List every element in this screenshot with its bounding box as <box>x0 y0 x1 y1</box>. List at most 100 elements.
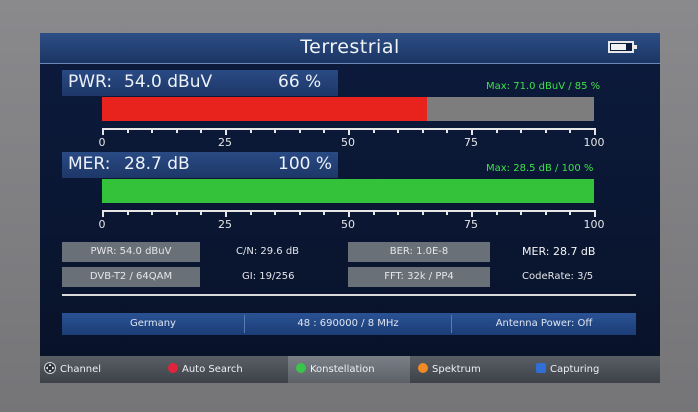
title-bar: Terrestrial <box>40 33 660 64</box>
mer-scale-label: 0 <box>98 218 106 231</box>
mer-scale-tick <box>151 210 154 215</box>
info-fft: FFT: 32k / PP4 <box>348 267 490 287</box>
pwr-scale-label: 75 <box>464 136 478 149</box>
pwr-scale-label: 100 <box>583 136 605 149</box>
mer-max: Max: 28.5 dB / 100 % <box>486 163 594 174</box>
pwr-max: Max: 71.0 dBuV / 85 % <box>486 81 601 92</box>
battery-icon <box>608 41 637 53</box>
pwr-scale-tick <box>348 128 350 135</box>
pwr-scale-tick <box>594 128 596 135</box>
mer-scale-tick <box>569 210 572 215</box>
orange-key-icon <box>418 363 428 373</box>
pwr-scale-tick <box>298 128 301 133</box>
mer-scale-tick <box>249 210 252 215</box>
pwr-scale-tick <box>520 128 523 133</box>
mer-scale-tick <box>200 210 203 215</box>
mer-scale-tick <box>225 210 227 217</box>
mer-scale-tick <box>323 210 326 215</box>
mer-scale: 0 25 50 75 100 <box>98 210 605 236</box>
screen-title: Terrestrial <box>300 36 400 58</box>
pwr-scale-label: 50 <box>341 136 355 149</box>
mer-scale-label: 100 <box>583 218 605 231</box>
pwr-scale: 0 25 50 75 100 <box>99 128 605 154</box>
mer-value: 28.7 dB <box>124 154 190 174</box>
softkey-auto-search[interactable]: Auto Search <box>168 356 278 383</box>
country-field[interactable]: Germany <box>62 313 244 335</box>
softkey-channel-label: Channel <box>60 364 102 375</box>
antenna-power-field[interactable]: Antenna Power: Off <box>452 313 636 335</box>
softkey-bar: Channel Auto Search Konstellation Spektr… <box>40 356 660 383</box>
mer-scale-tick <box>495 210 498 215</box>
softkey-auto-search-label: Auto Search <box>182 364 243 375</box>
pwr-readout: PWR: 54.0 dBuV 66 % <box>62 70 338 96</box>
mer-scale-tick <box>397 210 400 215</box>
mer-scale-tick <box>372 210 375 215</box>
pwr-value: 54.0 dBuV <box>124 72 213 92</box>
pwr-scale-tick <box>225 128 227 135</box>
mer-scale-tick <box>594 210 596 217</box>
dpad-icon <box>44 358 56 374</box>
mer-scale-tick <box>446 210 449 215</box>
mer-scale-label: 50 <box>341 218 355 231</box>
softkey-capturing-label: Capturing <box>550 364 600 375</box>
pwr-scale-tick <box>544 128 547 133</box>
mer-label: MER: <box>68 154 111 174</box>
pwr-scale-tick <box>151 128 154 133</box>
pwr-scale-tick <box>323 128 326 133</box>
divider <box>62 294 636 296</box>
pwr-scale-tick <box>175 128 178 133</box>
mer-scale-label: 75 <box>464 218 478 231</box>
info-mer: MER: 28.7 dB <box>522 245 596 258</box>
softkey-channel[interactable]: Channel <box>44 356 154 383</box>
mer-scale-tick <box>421 210 424 215</box>
softkey-capturing[interactable]: Capturing <box>536 356 654 383</box>
pwr-scale-tick <box>421 128 424 133</box>
info-cn: C/N: 29.6 dB <box>236 246 300 257</box>
pwr-scale-tick <box>274 128 277 133</box>
mer-scale-tick <box>175 210 178 215</box>
pwr-scale-tick <box>495 128 498 133</box>
softkey-konstellation[interactable]: Konstellation <box>288 356 410 383</box>
mer-bar-fill <box>102 179 594 203</box>
mer-scale-tick <box>298 210 301 215</box>
pwr-scale-tick <box>397 128 400 133</box>
mer-percent: 100 % <box>278 154 333 174</box>
info-coderate: CodeRate: 3/5 <box>522 271 594 282</box>
blue-key-icon <box>536 363 546 373</box>
mer-scale-tick <box>471 210 473 217</box>
red-key-icon <box>168 363 178 373</box>
mer-scale-tick <box>520 210 523 215</box>
softkey-konstellation-label: Konstellation <box>310 364 375 375</box>
pwr-scale-tick <box>249 128 252 133</box>
mer-scale-tick <box>544 210 547 215</box>
meter-screen: Terrestrial PWR: 54.0 dBuV 66 % Max: 71.… <box>40 33 660 383</box>
mer-scale-tick <box>126 210 129 215</box>
pwr-scale-tick <box>102 128 104 135</box>
battery-level <box>611 44 627 50</box>
pwr-scale-tick <box>372 128 375 133</box>
mer-scale-label: 25 <box>218 218 232 231</box>
pwr-percent: 66 % <box>278 72 322 92</box>
pwr-scale-tick <box>471 128 473 135</box>
pwr-scale-tick <box>446 128 449 133</box>
mer-readout: MER: 28.7 dB 100 % <box>62 152 338 178</box>
softkey-spektrum-label: Spektrum <box>432 364 481 375</box>
info-ber: BER: 1.0E-8 <box>348 242 490 262</box>
pwr-scale-tick <box>569 128 572 133</box>
pwr-bar-fill <box>102 97 427 121</box>
mer-scale-tick <box>102 210 104 217</box>
softkey-spektrum[interactable]: Spektrum <box>418 356 528 383</box>
info-mode: DVB-T2 / 64QAM <box>62 267 200 287</box>
pwr-label: PWR: <box>68 72 113 92</box>
pwr-scale-tick <box>200 128 203 133</box>
pwr-bar-track <box>102 97 594 121</box>
mer-bar-track <box>102 179 594 203</box>
mer-scale-tick <box>348 210 350 217</box>
channel-info-row: Germany 48 : 690000 / 8 MHz Antenna Powe… <box>62 313 636 335</box>
pwr-scale-label: 25 <box>218 136 232 149</box>
green-key-icon <box>296 363 306 373</box>
info-gi: GI: 19/256 <box>242 271 295 282</box>
channel-frequency-field[interactable]: 48 : 690000 / 8 MHz <box>245 313 451 335</box>
mer-scale-tick <box>274 210 277 215</box>
info-pwr: PWR: 54.0 dBuV <box>62 242 200 262</box>
